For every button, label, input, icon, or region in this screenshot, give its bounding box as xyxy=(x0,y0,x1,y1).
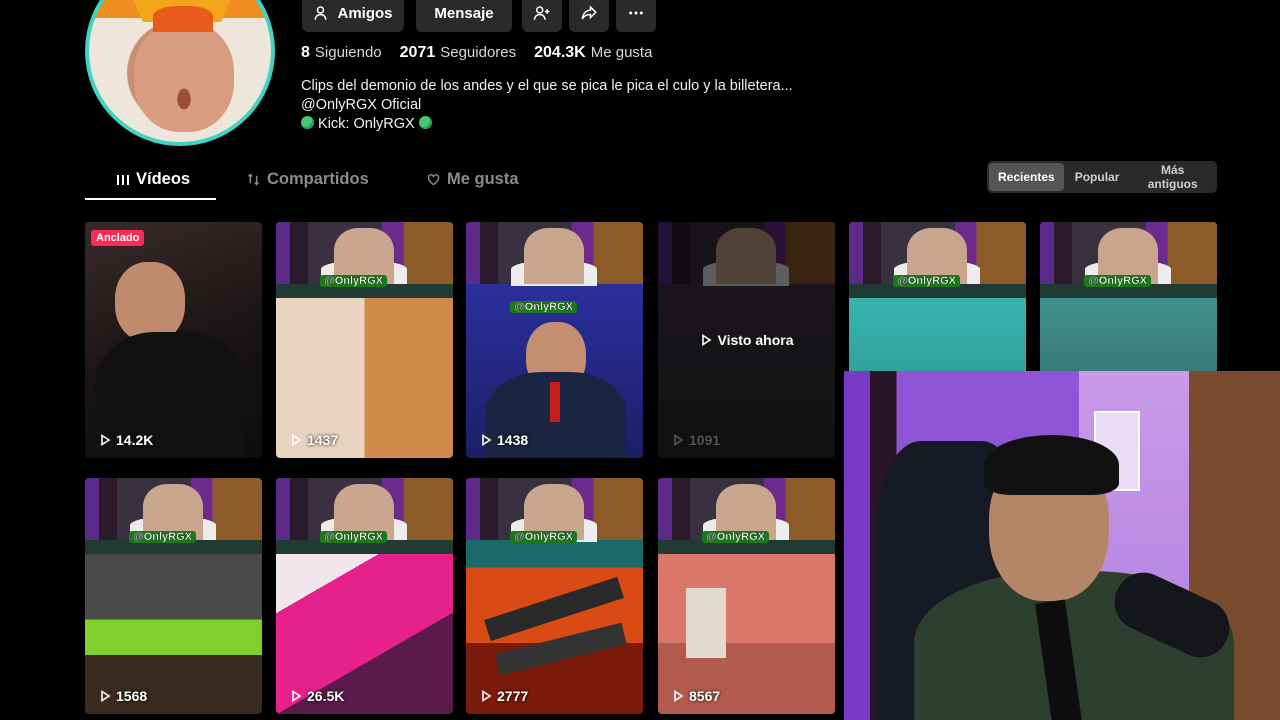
tab-reposts-label: Compartidos xyxy=(267,170,369,188)
watermark-tag: @OnlyRGX xyxy=(1084,275,1152,287)
play-icon xyxy=(292,434,302,446)
watched-label: Visto ahora xyxy=(717,332,794,348)
green-circle-icon xyxy=(301,116,314,129)
view-count: 14.2K xyxy=(99,432,153,448)
speaker-tie xyxy=(550,382,560,422)
view-count: 2777 xyxy=(480,688,528,704)
tab-videos-label: Vídeos xyxy=(136,170,191,188)
view-count: 1437 xyxy=(290,432,338,448)
stat-followers-label: Seguidores xyxy=(440,44,517,61)
message-button[interactable]: Mensaje xyxy=(416,0,512,32)
profile-page: Amigos Mensaje 8 Siguiendo 2071 Seguidores… xyxy=(0,0,1280,720)
pinned-badge: Anclado xyxy=(91,230,145,246)
view-count: 1091 xyxy=(672,432,720,448)
video-card[interactable]: @OnlyRGX 1568 xyxy=(85,478,262,714)
watermark-tag: @OnlyRGX xyxy=(129,531,197,543)
stat-followers-value: 2071 xyxy=(399,44,436,61)
streamer-head xyxy=(524,228,584,284)
stat-following-value: 8 xyxy=(301,44,310,61)
ellipsis-icon xyxy=(629,11,643,15)
stat-likes-label: Me gusta xyxy=(590,44,653,61)
watermark-tag: @OnlyRGX xyxy=(510,301,578,313)
watermark-tag: @OnlyRGX xyxy=(510,531,578,543)
watched-overlay: Visto ahora xyxy=(658,222,835,458)
play-icon xyxy=(701,334,711,346)
repost-icon xyxy=(247,173,260,186)
video-thumbnail-person xyxy=(115,262,185,342)
share-icon xyxy=(581,5,597,20)
tab-liked[interactable]: Me gusta xyxy=(426,170,519,189)
bio-line-3: Kick: OnlyRGX xyxy=(301,116,432,132)
avatar-hair xyxy=(153,6,213,32)
stat-likes: 204.3K Me gusta xyxy=(534,44,652,62)
stat-following[interactable]: 8 Siguiendo xyxy=(301,44,382,62)
more-options-button[interactable] xyxy=(616,0,656,32)
play-icon xyxy=(292,690,302,702)
view-count-value: 1437 xyxy=(307,432,339,448)
stat-likes-value: 204.3K xyxy=(534,44,586,61)
sort-recent-button[interactable]: Recientes xyxy=(989,163,1064,191)
profile-stats: 8 Siguiendo 2071 Seguidores 204.3K Me gusta xyxy=(301,44,652,62)
video-card[interactable]: Visto ahora 1091 xyxy=(658,222,835,458)
video-card[interactable]: @OnlyRGX 2777 xyxy=(466,478,643,714)
bio-line-1: Clips del demonio de los andes y el que … xyxy=(301,78,793,94)
view-count-value: 1438 xyxy=(497,432,529,448)
view-count-value: 8567 xyxy=(689,688,721,704)
tab-reposts[interactable]: Compartidos xyxy=(246,170,369,189)
view-count-value: 26.5K xyxy=(307,688,345,704)
play-icon xyxy=(101,690,111,702)
video-card[interactable]: @OnlyRGX 1437 xyxy=(276,222,453,458)
video-card[interactable]: @OnlyRGX 26.5K xyxy=(276,478,453,714)
share-button[interactable] xyxy=(569,0,609,32)
bio-kick-text: Kick: OnlyRGX xyxy=(318,116,415,132)
friends-button-label: Amigos xyxy=(337,4,393,22)
view-count-value: 1568 xyxy=(116,688,148,704)
active-tab-indicator xyxy=(85,198,216,200)
view-count: 26.5K xyxy=(290,688,344,704)
green-circle-icon xyxy=(418,116,432,129)
sort-popular-button[interactable]: Popular xyxy=(1066,163,1129,191)
watermark-tag: @OnlyRGX xyxy=(702,531,770,543)
view-count: 8567 xyxy=(672,688,720,704)
play-icon xyxy=(101,434,111,446)
game-crate xyxy=(686,588,726,658)
friends-button[interactable]: Amigos xyxy=(302,0,404,32)
view-count-value: 14.2K xyxy=(116,432,154,448)
add-friend-button[interactable] xyxy=(522,0,562,32)
sort-selector: Recientes Popular Más antiguos xyxy=(987,161,1217,193)
video-card[interactable]: @OnlyRGX 8567 xyxy=(658,478,835,714)
tab-liked-label: Me gusta xyxy=(447,170,519,188)
avatar-face xyxy=(134,22,234,132)
tab-videos[interactable]: Vídeos xyxy=(116,170,190,189)
view-count: 1568 xyxy=(99,688,147,704)
stat-following-label: Siguiendo xyxy=(314,44,382,61)
user-check-icon xyxy=(314,6,327,20)
profile-avatar[interactable] xyxy=(85,0,275,146)
watermark-tag: @OnlyRGX xyxy=(320,531,388,543)
play-icon xyxy=(482,690,492,702)
bars-icon xyxy=(117,174,129,185)
view-count-value: 1091 xyxy=(689,432,721,448)
webcam-overlay xyxy=(844,371,1280,720)
heart-icon xyxy=(427,174,440,186)
bio-line-2: @OnlyRGX Oficial xyxy=(301,97,422,113)
play-icon xyxy=(482,434,492,446)
sort-oldest-button[interactable]: Más antiguos xyxy=(1130,163,1215,191)
video-card[interactable]: Anclado 14.2K xyxy=(85,222,262,458)
streamer-hair xyxy=(984,435,1119,495)
add-user-icon xyxy=(533,6,550,20)
watermark-tag: @OnlyRGX xyxy=(320,275,388,287)
view-count-value: 2777 xyxy=(497,688,529,704)
watermark-tag: @OnlyRGX xyxy=(893,275,961,287)
message-button-label: Mensaje xyxy=(434,4,494,22)
stat-followers[interactable]: 2071 Seguidores xyxy=(400,44,516,62)
play-icon xyxy=(674,690,684,702)
play-icon xyxy=(674,434,684,446)
view-count: 1438 xyxy=(480,432,528,448)
video-card[interactable]: @OnlyRGX 1438 xyxy=(466,222,643,458)
